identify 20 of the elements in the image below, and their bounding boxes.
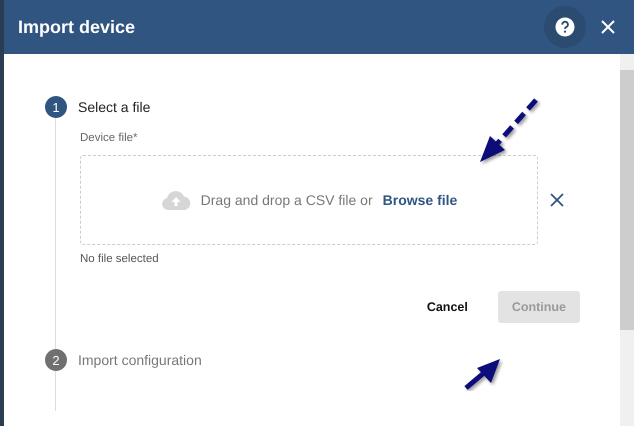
clear-button[interactable] [550, 193, 564, 207]
cancel-button[interactable]: Cancel [412, 291, 482, 323]
step-label: Select a file [78, 99, 150, 115]
field-label: Device file* [80, 132, 139, 144]
dialog-title: Import device [18, 16, 136, 38]
help-icon [555, 17, 575, 37]
annotation-arrow [464, 359, 500, 390]
scrollbar-thumb[interactable] [620, 70, 634, 330]
close-icon [601, 20, 615, 34]
step-label: Import configuration [78, 352, 202, 368]
clear-icon [550, 193, 564, 207]
file-status: No file selected [80, 253, 160, 265]
cloud-upload-icon [160, 190, 191, 210]
step-number: 2 [45, 349, 67, 371]
help-button[interactable] [544, 6, 586, 48]
annotation-arrow [480, 98, 538, 162]
drop-zone[interactable]: Drag and drop a CSV file or Browse file [80, 155, 538, 245]
step-number: 1 [45, 96, 67, 118]
drop-prompt: Drag and drop a CSV file or [200, 192, 373, 208]
browse-file-link[interactable]: Browse file [382, 192, 458, 208]
